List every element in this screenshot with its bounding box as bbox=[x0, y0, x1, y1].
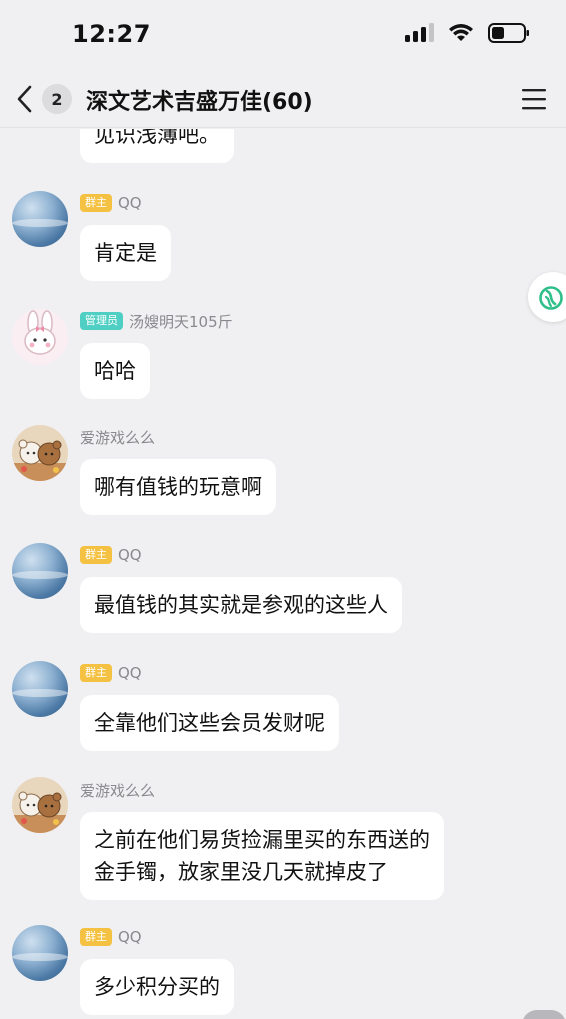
message-bubble[interactable]: 见识浅薄吧。 bbox=[80, 129, 234, 163]
owner-tag: 群主 bbox=[80, 664, 112, 682]
chat-message-list[interactable]: 见识浅薄吧。 群主 QQ 肯定是 管理员 汤嫂明天105斤 哈哈 爱游戏么么 哪… bbox=[0, 129, 566, 1019]
sender-name[interactable]: 爱游戏么么 bbox=[80, 427, 155, 448]
sender-name[interactable]: QQ bbox=[118, 928, 142, 946]
owner-tag: 群主 bbox=[80, 928, 112, 946]
message-text: 最值钱的其实就是参观的这些人 bbox=[94, 593, 388, 617]
message-sender-row: 管理员 汤嫂明天105斤 bbox=[80, 310, 233, 332]
message-bubble[interactable]: 肯定是 bbox=[80, 225, 171, 281]
message-bubble[interactable]: 哈哈 bbox=[80, 343, 150, 399]
status-time: 12:27 bbox=[72, 20, 151, 48]
message-sender-row: 群主 QQ bbox=[80, 192, 142, 214]
avatar[interactable] bbox=[12, 425, 68, 481]
sender-name[interactable]: QQ bbox=[118, 664, 142, 682]
leaf-swirl-icon bbox=[539, 286, 563, 310]
status-icons bbox=[404, 22, 530, 44]
owner-tag: 群主 bbox=[80, 194, 112, 212]
message-text: 见识浅薄吧。 bbox=[94, 129, 220, 147]
wifi-icon bbox=[449, 24, 473, 41]
message-text: 哈哈 bbox=[94, 359, 136, 383]
battery-icon bbox=[488, 23, 529, 43]
avatar[interactable] bbox=[12, 309, 68, 365]
message-text: 全靠他们这些会员发财呢 bbox=[94, 711, 325, 735]
message-sender-row: 群主 QQ bbox=[80, 926, 142, 948]
hamburger-menu-icon[interactable] bbox=[520, 86, 548, 112]
message-sender-row: 群主 QQ bbox=[80, 662, 142, 684]
admin-tag: 管理员 bbox=[80, 312, 123, 330]
avatar[interactable] bbox=[12, 777, 68, 833]
group-title[interactable]: 深文艺术吉盛万佳(60) bbox=[86, 84, 313, 116]
avatar[interactable] bbox=[12, 191, 68, 247]
sender-name[interactable]: QQ bbox=[118, 194, 142, 212]
message-text: 多少积分买的 bbox=[94, 975, 220, 999]
owner-tag: 群主 bbox=[80, 546, 112, 564]
avatar[interactable] bbox=[12, 661, 68, 717]
status-bar: 12:27 bbox=[0, 0, 566, 70]
message-sender-row: 群主 QQ bbox=[80, 544, 142, 566]
message-sender-row: 爱游戏么么 bbox=[80, 426, 155, 448]
avatar[interactable] bbox=[12, 925, 68, 981]
message-text-line: 金手镯，放家里没几天就掉皮了 bbox=[94, 860, 388, 884]
message-bubble[interactable]: 多少积分买的 bbox=[80, 959, 234, 1015]
message-sender-row: 爱游戏么么 bbox=[80, 779, 155, 801]
chevron-left-icon[interactable] bbox=[14, 84, 36, 114]
message-bubble[interactable]: 最值钱的其实就是参观的这些人 bbox=[80, 577, 402, 633]
cellular-signal-icon bbox=[405, 23, 434, 42]
message-text: 哪有值钱的玩意啊 bbox=[94, 475, 262, 499]
message-bubble[interactable]: 哪有值钱的玩意啊 bbox=[80, 459, 276, 515]
bears-avatar-icon bbox=[12, 439, 68, 481]
sender-name[interactable]: QQ bbox=[118, 546, 142, 564]
message-bubble[interactable]: 全靠他们这些会员发财呢 bbox=[80, 695, 339, 751]
sender-name[interactable]: 汤嫂明天105斤 bbox=[129, 311, 233, 332]
avatar[interactable] bbox=[12, 543, 68, 599]
unread-count-badge[interactable]: 2 bbox=[42, 84, 72, 114]
message-text-line: 之前在他们易货捡漏里买的东西送的 bbox=[94, 828, 430, 852]
message-text: 肯定是 bbox=[94, 241, 157, 265]
bears-avatar-icon bbox=[12, 791, 68, 833]
chat-header: 2 深文艺术吉盛万佳(60) bbox=[0, 70, 566, 128]
bunny-avatar-icon bbox=[24, 310, 56, 355]
message-bubble[interactable]: 之前在他们易货捡漏里买的东西送的 金手镯，放家里没几天就掉皮了 bbox=[80, 812, 444, 900]
sender-name[interactable]: 爱游戏么么 bbox=[80, 780, 155, 801]
